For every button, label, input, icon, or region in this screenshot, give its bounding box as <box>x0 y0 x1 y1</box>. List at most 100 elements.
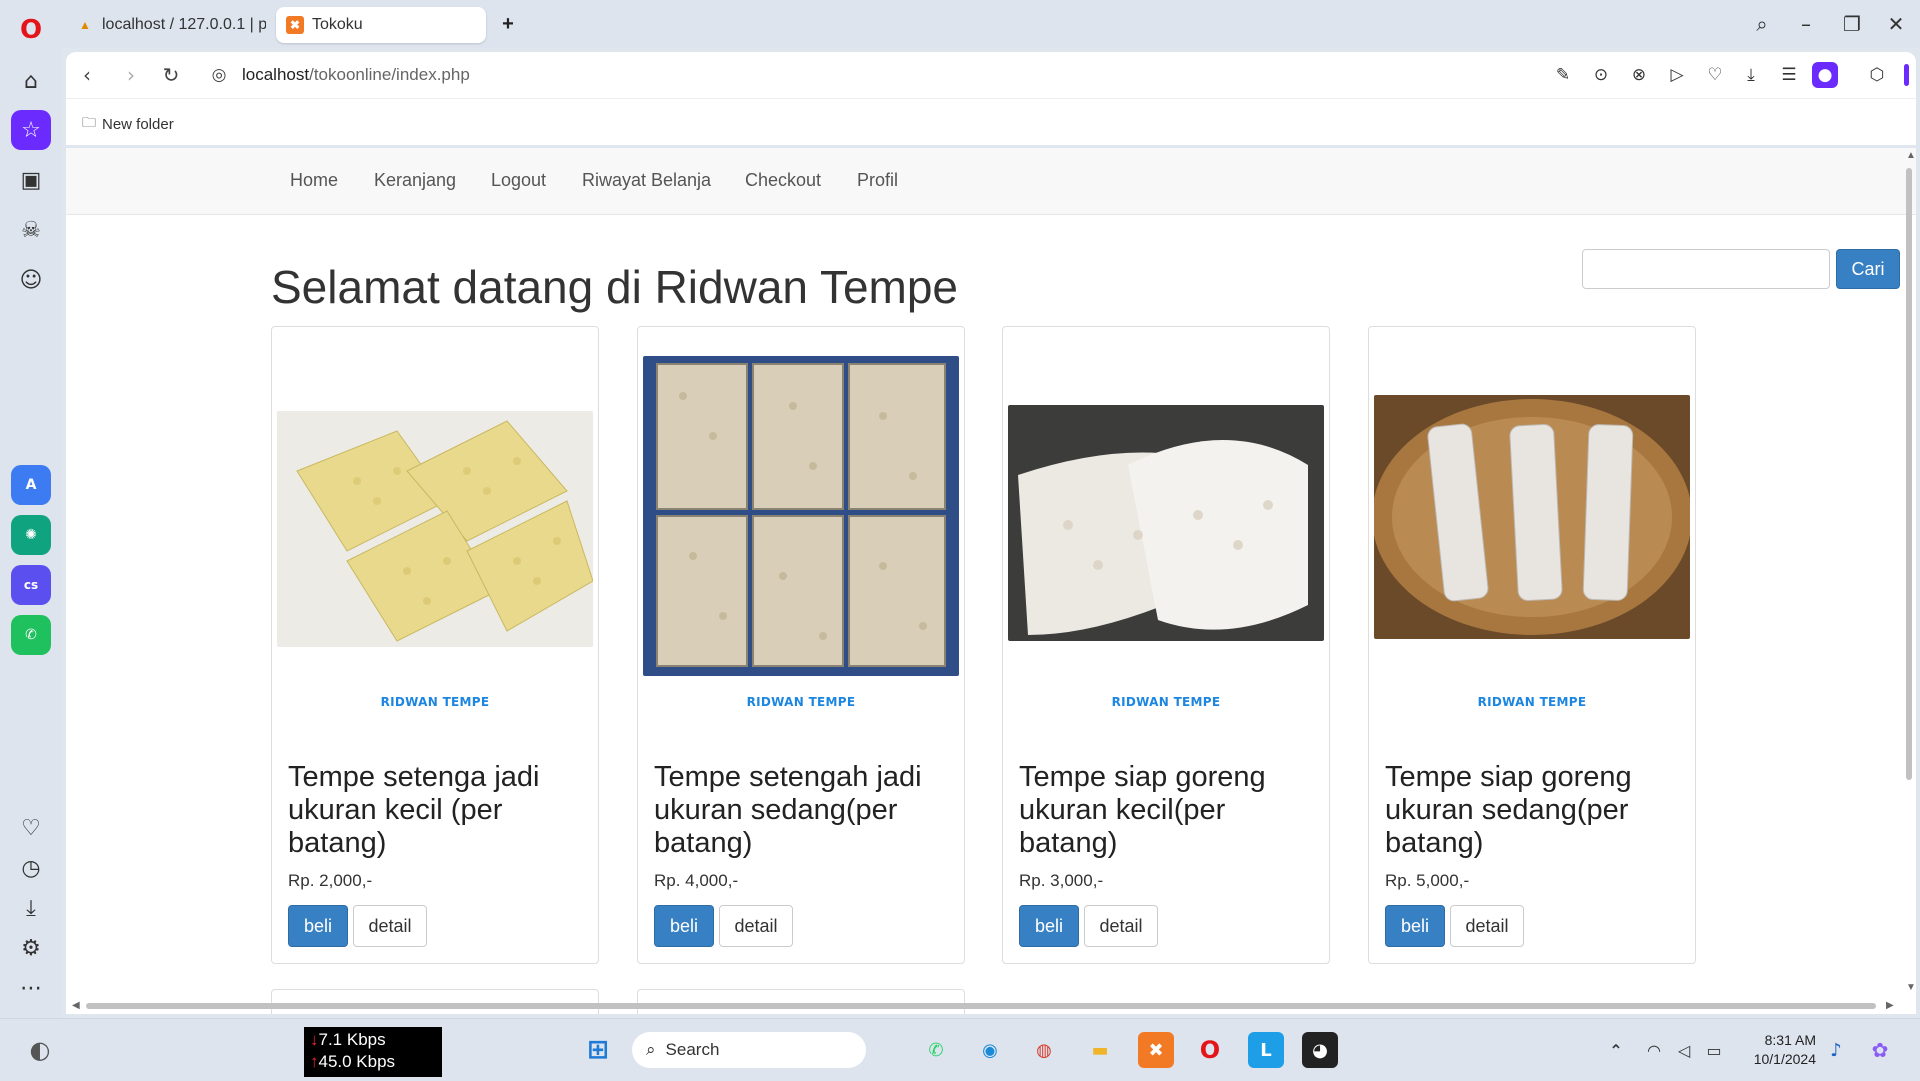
page-viewport: Home Keranjang Logout Riwayat Belanja Ch… <box>66 148 1916 1014</box>
page-title: Selamat datang di Ridwan Tempe <box>271 261 959 313</box>
speed-dial-icon[interactable]: ☆ <box>11 110 51 150</box>
easy-setup-icon[interactable]: ☰ <box>1776 62 1802 88</box>
heart-icon[interactable]: ♡ <box>11 808 51 848</box>
upload-arrow-icon: ↑ <box>310 1052 319 1071</box>
product-image[interactable] <box>643 356 959 676</box>
download-icon[interactable]: ⤓ <box>1738 62 1764 88</box>
buy-button[interactable]: beli <box>288 905 348 947</box>
site-navbar: Home Keranjang Logout Riwayat Belanja Ch… <box>66 148 1916 215</box>
profile-icon[interactable]: ● <box>1812 62 1838 88</box>
camera-icon[interactable]: ⊙ <box>1588 62 1614 88</box>
new-tab-button[interactable]: + <box>496 12 520 36</box>
close-window-icon[interactable]: ✕ <box>1876 8 1916 40</box>
scrollbar-thumb[interactable] <box>86 1003 1876 1009</box>
brand-label: RIDWAN TEMPE <box>1111 695 1221 709</box>
tab-bar: ▲ localhost / 127.0.0.1 | phpM ✖ Tokoku … <box>62 0 1920 48</box>
back-icon[interactable]: ‹ <box>70 58 104 92</box>
battery-icon[interactable]: ▭ <box>1696 1032 1732 1068</box>
detail-button[interactable]: detail <box>1450 905 1524 947</box>
nav-logout[interactable]: Logout <box>491 170 546 191</box>
my-flow-heart-icon[interactable]: ♡ <box>1702 62 1728 88</box>
product-name: Tempe setengah jadi ukuran sedang(per ba… <box>654 761 922 859</box>
minimize-icon[interactable]: – <box>1786 8 1826 40</box>
horizontal-scrollbar[interactable]: ◀ ▶ <box>66 998 1902 1014</box>
scroll-right-icon[interactable]: ▶ <box>1886 1000 1894 1011</box>
file-explorer-icon[interactable]: ▬ <box>1082 1032 1118 1068</box>
opera-sidebar: O ⌂ ☆ ▣ ☠ ☺ A ✺ cs ✆ ♡ ◷ ⤓ ⚙ ⋯ <box>0 0 62 1018</box>
buy-button[interactable]: beli <box>1019 905 1079 947</box>
date: 10/1/2024 <box>1753 1051 1816 1067</box>
opera-logo-icon[interactable]: O <box>11 10 51 50</box>
scrollbar-thumb[interactable] <box>1906 168 1912 780</box>
notification-bell-icon[interactable]: ♪ <box>1818 1032 1854 1068</box>
edge-icon[interactable]: ◉ <box>972 1032 1008 1068</box>
copilot-icon[interactable]: ✿ <box>1862 1032 1898 1068</box>
l-app-icon[interactable]: L <box>1248 1032 1284 1068</box>
nav-checkout[interactable]: Checkout <box>745 170 821 191</box>
gx-skull-icon[interactable]: ☠ <box>11 210 51 250</box>
xampp-taskbar-icon[interactable]: ✖ <box>1138 1032 1174 1068</box>
search-tabs-icon[interactable]: ⌕ <box>1742 8 1782 40</box>
emoji-icon[interactable]: ☺ <box>11 260 51 300</box>
tab-label: localhost / 127.0.0.1 | phpM <box>102 16 266 33</box>
nav-riwayat-belanja[interactable]: Riwayat Belanja <box>582 170 711 191</box>
net-down: 7.1 Kbps <box>318 1030 386 1049</box>
player-icon[interactable]: ▷ <box>1664 62 1690 88</box>
product-image[interactable] <box>277 411 593 647</box>
chrome-icon[interactable]: ◍ <box>1026 1032 1062 1068</box>
more-icon[interactable]: ⋯ <box>11 968 51 1008</box>
snapshot-edit-icon[interactable]: ✎ <box>1550 62 1576 88</box>
bookmark-new-folder[interactable]: 🗀 New folder <box>82 112 174 136</box>
folder-icon: 🗀 <box>82 115 96 131</box>
detail-button[interactable]: detail <box>1084 905 1158 947</box>
address-bar: ‹ › ↻ ◎ localhost/tokoonline/index.php ✎… <box>66 52 1916 98</box>
time: 8:31 AM <box>1764 1032 1816 1048</box>
detail-button[interactable]: detail <box>353 905 427 947</box>
taskbar-search[interactable]: ⌕ Search <box>632 1032 866 1068</box>
adblock-icon[interactable]: ⊗ <box>1626 62 1652 88</box>
nav-home[interactable]: Home <box>290 170 338 191</box>
settings-icon[interactable]: ⚙ <box>11 928 51 968</box>
product-name: Tempe setenga jadi ukuran kecil (per bat… <box>288 761 540 859</box>
nav-keranjang[interactable]: Keranjang <box>374 170 456 191</box>
workspaces-icon[interactable]: ▣ <box>11 160 51 200</box>
globe-icon: ◎ <box>211 65 227 85</box>
product-name: Tempe siap goreng ukuran sedang(per bata… <box>1385 761 1632 859</box>
downloads-icon[interactable]: ⤓ <box>11 888 51 928</box>
detail-button[interactable]: detail <box>719 905 793 947</box>
url-field[interactable]: localhost/tokoonline/index.php <box>242 65 470 85</box>
restore-icon[interactable]: ❐ <box>1832 8 1872 40</box>
scroll-up-icon[interactable]: ▲ <box>1906 150 1916 161</box>
scroll-left-icon[interactable]: ◀ <box>72 1000 80 1011</box>
whatsapp-icon[interactable]: ✆ <box>918 1032 954 1068</box>
github-icon[interactable]: ◕ <box>1302 1032 1338 1068</box>
bookmarks-bar: 🗀 New folder <box>66 98 1916 145</box>
buy-button[interactable]: beli <box>1385 905 1445 947</box>
tab-phpmyadmin[interactable]: ▲ localhost / 127.0.0.1 | phpM <box>66 7 266 43</box>
forward-icon[interactable]: › <box>114 58 148 92</box>
nav-profil[interactable]: Profil <box>857 170 898 191</box>
aria-app-icon[interactable]: A <box>11 465 51 505</box>
home-icon[interactable]: ⌂ <box>11 61 51 101</box>
buy-button[interactable]: beli <box>654 905 714 947</box>
windows-taskbar: ◐ ↓7.1 Kbps ↑45.0 Kbps ⊞ ⌕ Search ✆ ◉ ◍ … <box>0 1018 1920 1081</box>
chatsonic-app-icon[interactable]: cs <box>11 565 51 605</box>
widgets-icon[interactable]: ◐ <box>22 1032 58 1068</box>
product-image[interactable] <box>1008 405 1324 641</box>
chatgpt-app-icon[interactable]: ✺ <box>11 515 51 555</box>
extensions-cube-icon[interactable]: ⬡ <box>1864 62 1890 88</box>
whatsapp-app-icon[interactable]: ✆ <box>11 615 51 655</box>
opera-taskbar-icon[interactable]: O <box>1192 1032 1228 1068</box>
clock[interactable]: 8:31 AM 10/1/2024 <box>1744 1031 1816 1069</box>
windows-start-icon[interactable]: ⊞ <box>580 1032 616 1068</box>
history-icon[interactable]: ◷ <box>11 848 51 888</box>
tray-chevron-icon[interactable]: ⌃ <box>1598 1032 1634 1068</box>
search-button[interactable]: Cari <box>1836 249 1900 289</box>
product-image[interactable] <box>1374 395 1690 639</box>
reload-icon[interactable]: ↻ <box>154 58 188 92</box>
sidebar-toggle[interactable] <box>1904 64 1909 86</box>
scroll-down-icon[interactable]: ▼ <box>1906 982 1916 993</box>
vertical-scrollbar[interactable]: ▲ ▼ <box>1902 148 1916 1004</box>
search-input[interactable] <box>1582 249 1830 289</box>
tab-tokoku[interactable]: ✖ Tokoku <box>276 7 486 43</box>
